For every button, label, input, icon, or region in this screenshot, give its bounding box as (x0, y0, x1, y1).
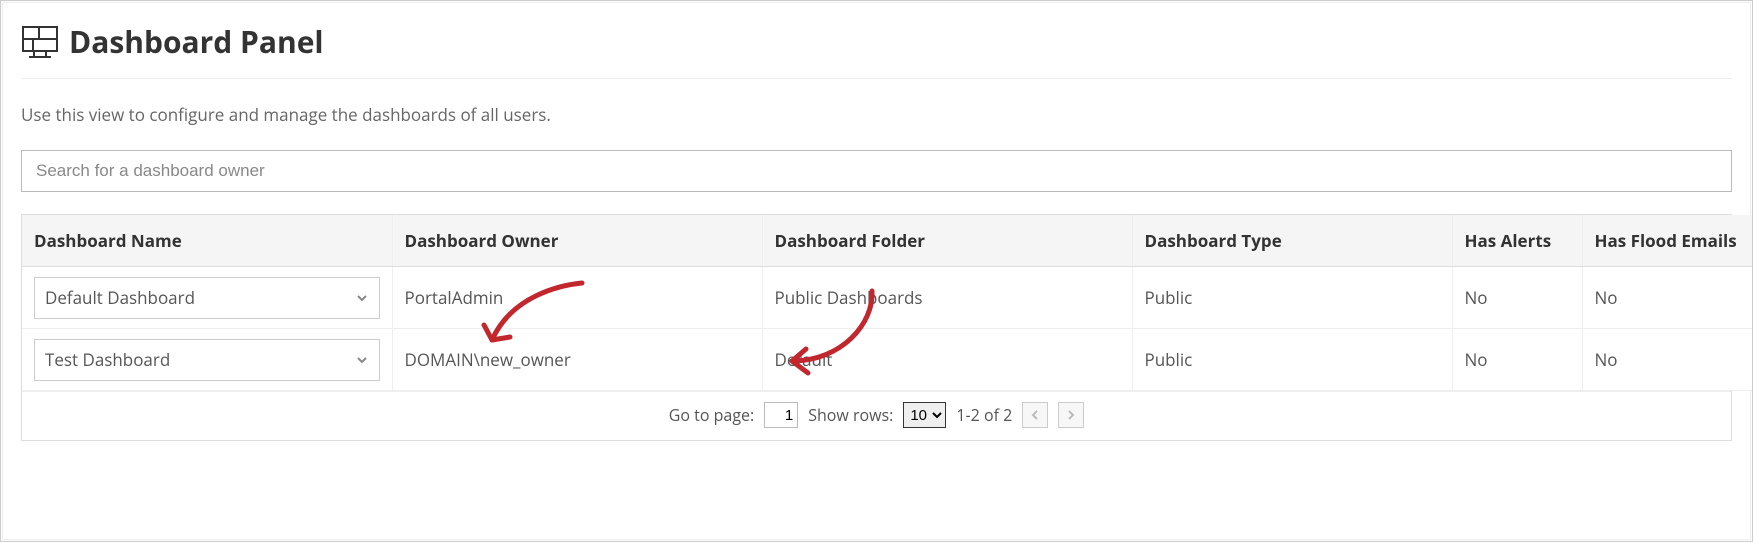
cell-folder: Public Dashboards (762, 267, 1132, 329)
prev-page-button[interactable] (1022, 402, 1048, 428)
dashboard-table: Dashboard Name Dashboard Owner Dashboard… (21, 214, 1732, 441)
chevron-down-icon (355, 291, 369, 305)
go-to-page-label: Go to page: (669, 404, 754, 426)
page-title: Dashboard Panel (69, 21, 324, 62)
show-rows-label: Show rows: (808, 404, 893, 426)
cell-owner: DOMAIN\new_owner (392, 329, 762, 391)
rows-per-page-select[interactable]: 10 (903, 402, 946, 428)
chevron-down-icon (355, 353, 369, 367)
page-number-input[interactable] (764, 402, 798, 428)
dashboard-panel-icon (21, 25, 59, 59)
cell-flood: No (1582, 329, 1752, 391)
cell-alerts: No (1452, 267, 1582, 329)
dashboard-name-dropdown[interactable]: Test Dashboard (34, 339, 380, 381)
col-alerts: Has Alerts (1452, 215, 1582, 267)
table-header-row: Dashboard Name Dashboard Owner Dashboard… (22, 215, 1752, 267)
table-row: Default Dashboard PortalAdmin Public Das… (22, 267, 1752, 329)
cell-type: Public (1132, 267, 1452, 329)
col-folder: Dashboard Folder (762, 215, 1132, 267)
col-flood: Has Flood Emails (1582, 215, 1752, 267)
next-page-button[interactable] (1058, 402, 1084, 428)
dashboard-name-dropdown[interactable]: Default Dashboard (34, 277, 380, 319)
page-description: Use this view to configure and manage th… (21, 79, 1732, 150)
col-owner: Dashboard Owner (392, 215, 762, 267)
col-type: Dashboard Type (1132, 215, 1452, 267)
table-row: Test Dashboard DOMAIN\new_owner Default … (22, 329, 1752, 391)
page-header: Dashboard Panel (21, 3, 1732, 79)
cell-type: Public (1132, 329, 1452, 391)
cell-flood: No (1582, 267, 1752, 329)
cell-owner: PortalAdmin (392, 267, 762, 329)
cell-alerts: No (1452, 329, 1582, 391)
col-name: Dashboard Name (22, 215, 392, 267)
dashboard-name-label: Test Dashboard (45, 348, 170, 371)
pager-range: 1-2 of 2 (956, 404, 1012, 426)
dashboard-name-label: Default Dashboard (45, 286, 195, 309)
table-pager: Go to page: Show rows: 10 1-2 of 2 (22, 391, 1731, 440)
search-input[interactable] (21, 150, 1732, 192)
cell-folder: Default (762, 329, 1132, 391)
